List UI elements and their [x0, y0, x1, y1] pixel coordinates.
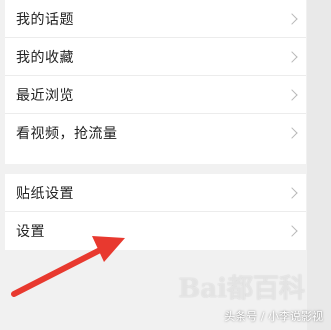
- chevron-right-icon: [286, 225, 298, 237]
- menu-item-recent-views[interactable]: 最近浏览: [5, 76, 306, 114]
- menu-item-label: 贴纸设置: [16, 185, 74, 202]
- menu-group-settings: 贴纸设置 设置: [5, 174, 306, 250]
- menu-item-sticker-settings[interactable]: 贴纸设置: [5, 174, 306, 212]
- chevron-right-icon: [286, 127, 298, 139]
- settings-screen: 我的话题 我的收藏 最近浏览 看视频，抢流量 贴纸设置 设置 Bai都百科 头条…: [0, 0, 331, 330]
- chevron-right-icon: [286, 186, 298, 199]
- source-caption: 头条号 / 小李说影视: [224, 310, 323, 323]
- menu-group-account: 我的话题 我的收藏 最近浏览 看视频，抢流量: [5, 0, 306, 164]
- menu-item-label: 我的收藏: [16, 49, 74, 66]
- edge-strip: [307, 0, 331, 330]
- chevron-right-icon: [286, 12, 298, 25]
- menu-item-label: 设置: [16, 224, 45, 240]
- menu-item-my-favorites[interactable]: 我的收藏: [5, 38, 306, 76]
- chevron-right-icon: [286, 88, 298, 101]
- menu-item-watch-video-traffic[interactable]: 看视频，抢流量: [5, 114, 306, 152]
- menu-item-label: 最近浏览: [16, 87, 74, 104]
- menu-item-label: 看视频，抢流量: [16, 126, 118, 142]
- menu-item-my-topics[interactable]: 我的话题: [5, 0, 306, 38]
- menu-item-settings[interactable]: 设置: [5, 212, 306, 250]
- menu-item-label: 我的话题: [16, 11, 74, 28]
- watermark-logo: Bai都百科: [178, 274, 305, 304]
- chevron-right-icon: [286, 50, 298, 63]
